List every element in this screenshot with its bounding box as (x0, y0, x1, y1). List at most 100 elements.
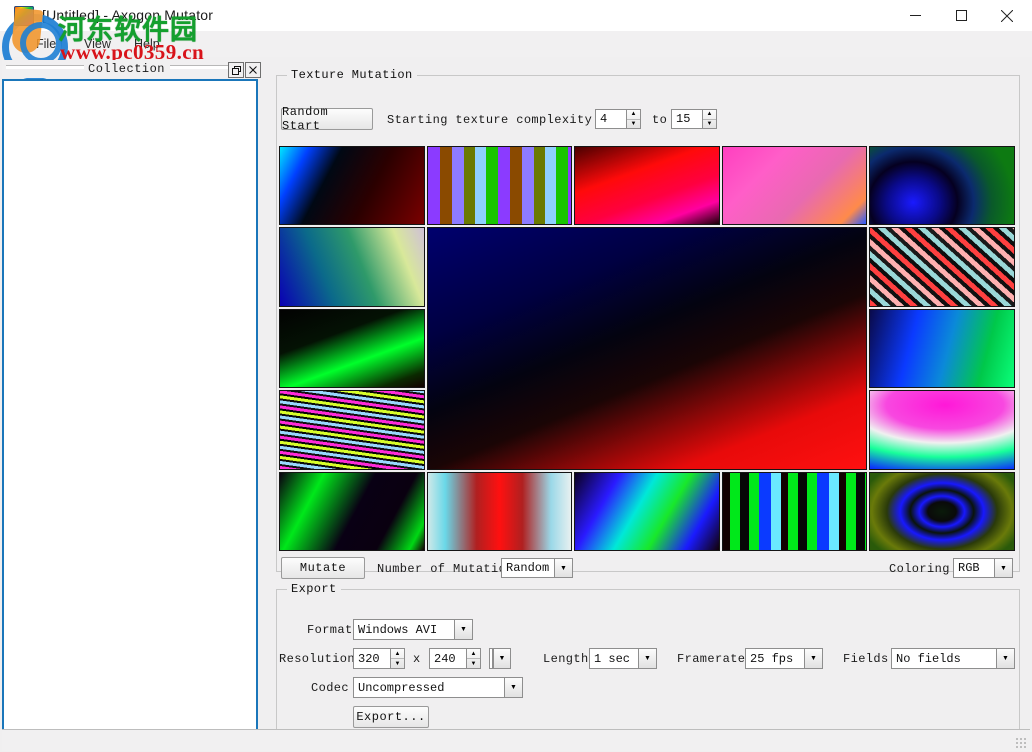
spin-down-icon[interactable]: ▼ (391, 659, 404, 668)
coloring-label: Coloring (889, 562, 950, 576)
number-of-mutations-label: Number of Mutations (377, 562, 521, 576)
length-select[interactable]: 1 sec ▼ (589, 648, 657, 669)
resolution-preset-select[interactable]: ▼ (489, 648, 511, 669)
resolution-height-spin-buttons[interactable]: ▲ ▼ (467, 648, 481, 669)
random-start-button[interactable]: Random Start (281, 108, 373, 130)
collection-list[interactable] (2, 79, 258, 733)
complexity-label: Starting texture complexity from (387, 113, 630, 127)
collection-panel: Collection (2, 60, 258, 736)
texture-cell[interactable] (427, 472, 573, 551)
chevron-down-icon[interactable]: ▼ (505, 677, 523, 698)
spin-up-icon[interactable]: ▲ (391, 649, 404, 659)
status-bar (2, 729, 1030, 751)
complexity-from-spinner[interactable]: 4 ▲ ▼ (595, 109, 641, 129)
framerate-label: Framerate (677, 652, 745, 666)
chevron-down-icon[interactable]: ▼ (805, 648, 823, 669)
texture-cell[interactable] (722, 472, 868, 551)
dock-grip-left (6, 65, 84, 73)
texture-cell[interactable] (279, 472, 425, 551)
resolution-label: Resolution (279, 652, 355, 666)
spin-down-icon[interactable]: ▼ (627, 120, 640, 129)
export-group: Export Format Windows AVI ▼ Resolution 3… (276, 582, 1020, 732)
texture-cell[interactable] (869, 390, 1015, 469)
spin-up-icon[interactable]: ▲ (703, 110, 716, 120)
texture-cell[interactable] (574, 146, 720, 225)
application-window: [Untitled] - Axogon Mutator File View He… (0, 0, 1032, 752)
collection-title-bar[interactable]: Collection (2, 60, 258, 78)
spin-down-icon[interactable]: ▼ (703, 120, 716, 129)
fields-label: Fields (843, 652, 889, 666)
texture-grid (279, 146, 1015, 551)
resolution-separator: x (413, 652, 421, 666)
complexity-to-spinner[interactable]: 15 ▲ ▼ (671, 109, 717, 129)
complexity-to-input[interactable]: 15 (671, 109, 703, 129)
format-select[interactable]: Windows AVI ▼ (353, 619, 473, 640)
texture-mutation-group: Texture Mutation Random Start Starting t… (276, 68, 1020, 572)
collection-float-button[interactable] (228, 62, 244, 78)
fields-select[interactable]: No fields ▼ (891, 648, 1015, 669)
chevron-down-icon[interactable]: ▼ (555, 558, 573, 578)
length-label: Length (543, 652, 589, 666)
resize-grip-icon[interactable] (1015, 737, 1027, 749)
close-button[interactable] (984, 0, 1030, 31)
mutate-button[interactable]: Mutate (281, 557, 365, 579)
resolution-height-input[interactable]: 240 (429, 648, 467, 669)
chevron-down-icon[interactable]: ▼ (995, 558, 1013, 578)
complexity-from-input[interactable]: 4 (595, 109, 627, 129)
chevron-down-icon[interactable]: ▼ (493, 648, 511, 669)
title-bar: [Untitled] - Axogon Mutator (0, 0, 1032, 31)
complexity-to-label: to (652, 113, 667, 127)
number-of-mutations-value: Random (501, 558, 555, 578)
spin-up-icon[interactable]: ▲ (627, 110, 640, 120)
chevron-down-icon[interactable]: ▼ (455, 619, 473, 640)
fields-value: No fields (891, 648, 997, 669)
codec-value: Uncompressed (353, 677, 505, 698)
texture-cell[interactable] (869, 309, 1015, 388)
texture-cell[interactable] (279, 309, 425, 388)
texture-cell[interactable] (574, 472, 720, 551)
menu-item-file[interactable]: File (30, 35, 62, 53)
chevron-down-icon[interactable]: ▼ (997, 648, 1015, 669)
coloring-select[interactable]: RGB ▼ (953, 558, 1013, 578)
window-title: [Untitled] - Axogon Mutator (42, 7, 213, 23)
dock-grip-right (170, 65, 228, 73)
resolution-height-spinner[interactable]: 240 ▲ ▼ (429, 648, 481, 669)
menu-item-view[interactable]: View (78, 35, 117, 53)
codec-select[interactable]: Uncompressed ▼ (353, 677, 523, 698)
maximize-button[interactable] (938, 0, 984, 31)
codec-label: Codec (311, 681, 349, 695)
texture-cell[interactable] (279, 390, 425, 469)
resolution-width-input[interactable]: 320 (353, 648, 391, 669)
spin-up-icon[interactable]: ▲ (467, 649, 480, 659)
texture-cell[interactable] (427, 146, 573, 225)
texture-cell[interactable] (722, 146, 868, 225)
collection-close-button[interactable] (245, 62, 261, 78)
complexity-to-spin-buttons[interactable]: ▲ ▼ (703, 109, 717, 129)
complexity-from-spin-buttons[interactable]: ▲ ▼ (627, 109, 641, 129)
texture-cell[interactable] (279, 227, 425, 306)
format-label: Format (307, 623, 353, 637)
framerate-select[interactable]: 25 fps ▼ (745, 648, 823, 669)
length-value: 1 sec (589, 648, 639, 669)
resolution-width-spin-buttons[interactable]: ▲ ▼ (391, 648, 405, 669)
minimize-button[interactable] (892, 0, 938, 31)
format-value: Windows AVI (353, 619, 455, 640)
texture-cell[interactable] (869, 146, 1015, 225)
resolution-width-spinner[interactable]: 320 ▲ ▼ (353, 648, 405, 669)
export-legend: Export (287, 582, 341, 596)
texture-preview-large[interactable] (427, 227, 868, 469)
menu-item-help[interactable]: Help (128, 35, 166, 53)
number-of-mutations-select[interactable]: Random ▼ (501, 558, 573, 578)
menu-bar: File View Help (0, 31, 1032, 57)
spin-down-icon[interactable]: ▼ (467, 659, 480, 668)
framerate-value: 25 fps (745, 648, 805, 669)
coloring-value: RGB (953, 558, 995, 578)
export-button[interactable]: Export... (353, 706, 429, 728)
texture-cell[interactable] (869, 472, 1015, 551)
texture-cell[interactable] (869, 227, 1015, 306)
texture-cell[interactable] (279, 146, 425, 225)
chevron-down-icon[interactable]: ▼ (639, 648, 657, 669)
texture-mutation-legend: Texture Mutation (287, 68, 417, 82)
collection-title: Collection (88, 62, 165, 76)
app-icon (14, 6, 34, 26)
